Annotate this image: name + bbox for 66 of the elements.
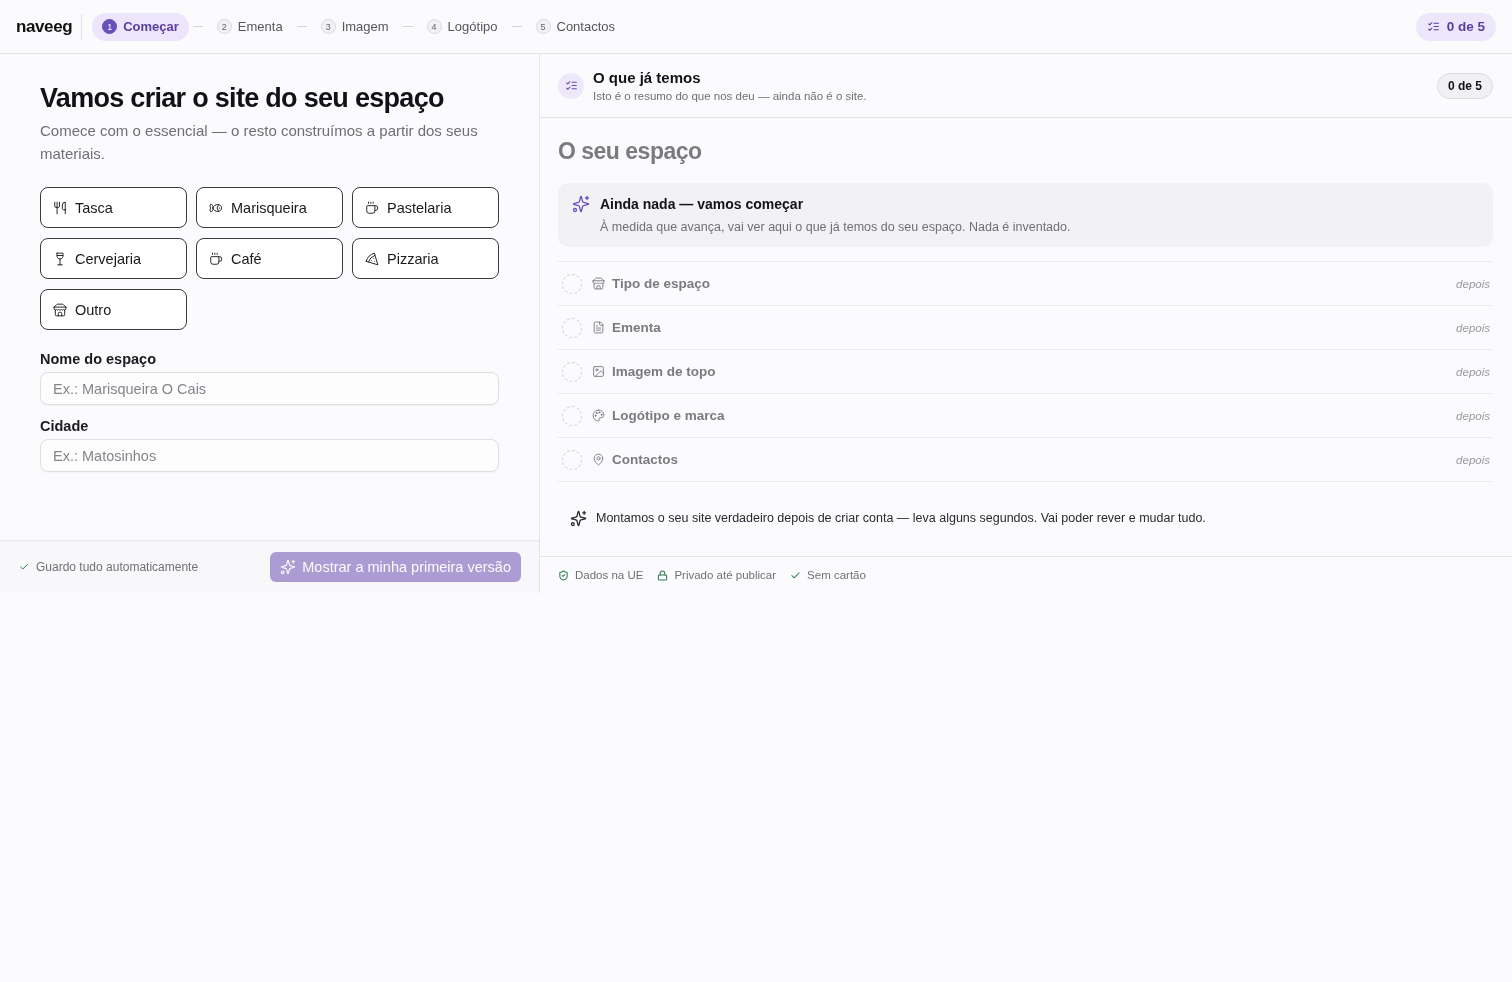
type-option[interactable]: Pizzaria [352,238,499,279]
empty-state-title: Ainda nada — vamos começar [600,195,805,213]
lock-icon [657,569,669,581]
section-heading: O seu espaço [558,137,703,166]
item-status: depois [1456,453,1490,466]
sparkles-icon [570,509,587,527]
trust-label: Sem cartão [807,569,866,581]
checklist-icon [558,72,584,99]
wine-glass-icon [53,251,67,266]
trust-label: Privado até publicar [674,569,777,581]
field-label: Nome do espaço [40,350,158,369]
pizza-slice-icon [365,251,379,266]
item-label: Logótipo e marca [612,408,725,423]
cup-icon [209,251,223,266]
input-field[interactable]: Ex.: Matosinhos [40,439,499,472]
cup-icon [365,200,379,215]
autosave-text: Guardo tudo automaticamente [36,560,199,574]
palette-icon [592,409,605,422]
count-pill: 0 de 5 [1436,72,1493,99]
checklist-icon [1426,20,1440,33]
step-number: 1 [102,19,118,34]
type-option[interactable]: Cervejaria [40,238,187,279]
info-note: Montamos o seu site verdadeiro depois de criar conta — leva alguns segundos. Vai poder rever e mudar tudo. [596,510,1206,527]
map-pin-icon [592,453,605,466]
shield-check-icon [558,569,569,581]
step-tab[interactable]: 1 Começar [92,12,189,41]
progress-count: 0 de 5 [1446,19,1485,34]
summary-title: O que já temos [593,68,702,87]
step-tab[interactable]: 3 Imagem [310,12,399,41]
sparkles-icon [572,195,590,213]
summary-subtitle: Isto é o resumo do que nos deu — ainda não é o site. [593,89,867,103]
item-label: Imagem de topo [612,364,716,379]
item-status: depois [1456,277,1490,290]
step-tab[interactable]: 4 Logótipo [416,12,508,41]
item-status: depois [1456,321,1490,334]
type-option[interactable]: Café [196,238,343,279]
item-label: Ementa [612,320,661,335]
step-number: 3 [320,19,336,34]
trust-label: Dados na UE [575,569,644,581]
type-option[interactable]: Tasca [40,187,187,228]
step-tab[interactable]: 2 Ementa [206,12,293,41]
step-tab[interactable]: 5 Contactos [525,12,626,41]
item-label: Tipo de espaço [612,276,711,291]
store-icon [592,277,605,290]
step-number: 2 [216,19,232,34]
step-number: 5 [535,19,551,34]
store-icon [53,302,67,317]
input-field[interactable]: Ex.: Marisqueira O Cais [40,372,499,405]
field-label: Cidade [40,417,90,436]
type-option[interactable]: Pastelaria [352,187,499,228]
document-icon [592,321,605,334]
cutlery-icon [53,200,67,215]
item-label: Contactos [612,452,678,467]
type-option[interactable]: Outro [40,289,187,330]
check-icon [19,562,29,572]
sparkles-icon [280,559,297,575]
empty-state-text: À medida que avança, vai ver aqui o que já temos do seu espaço. Nada é inventado. [600,218,1071,236]
logo-text: naveeg [16,16,73,37]
check-icon [790,569,802,581]
image-icon [592,365,605,378]
item-status: depois [1456,365,1490,378]
step-number: 4 [426,19,442,34]
page-title: Vamos criar o site do seu espaço [40,82,445,115]
type-option[interactable]: Marisqueira [196,187,343,228]
item-status: depois [1456,409,1490,422]
page-subtitle: Comece com o essencial — o resto construímos a partir dos seus materiais. [40,121,479,164]
